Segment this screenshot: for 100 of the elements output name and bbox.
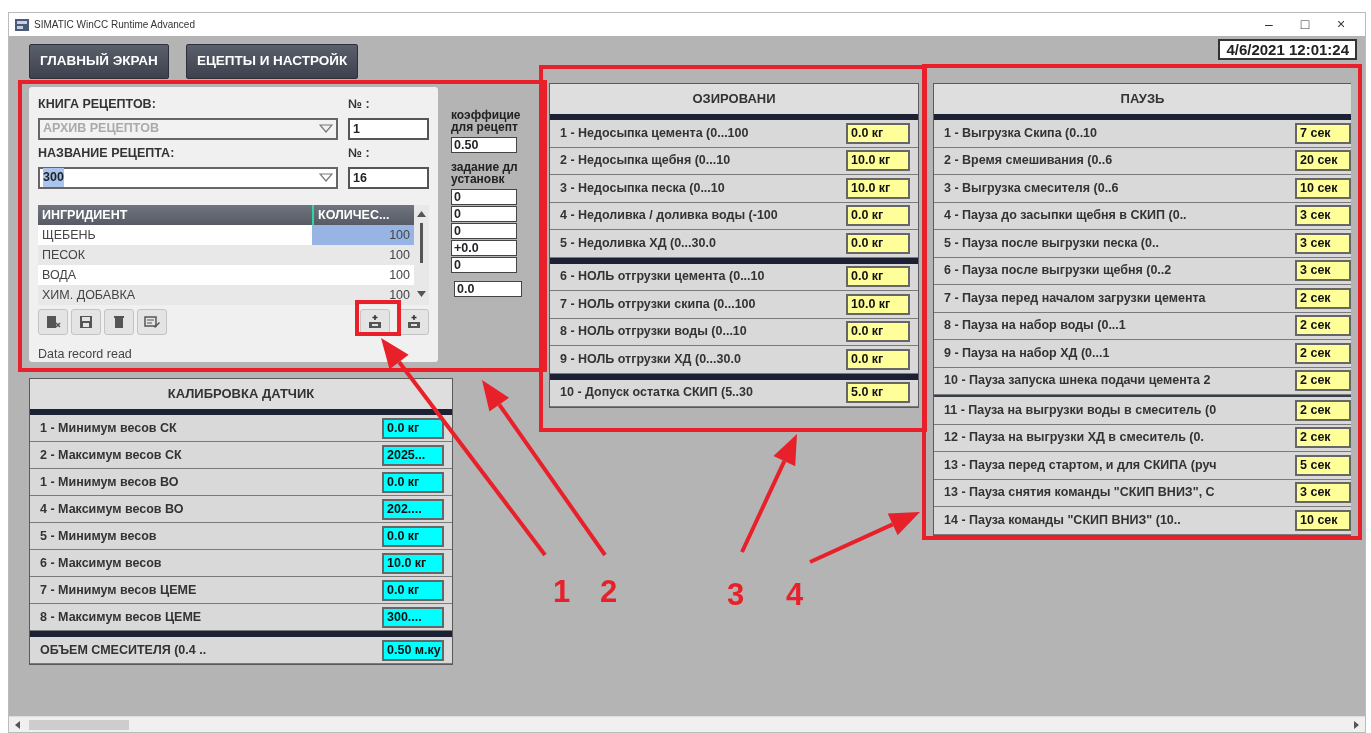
- nav-button[interactable]: ЕЦЕПТЫ И НАСТРОЙК: [185, 44, 359, 79]
- value-field[interactable]: 2 сек: [1295, 342, 1351, 364]
- parameter-label: 2 - Время смешивания (0..6: [944, 152, 1114, 170]
- table-cell[interactable]: 100: [312, 224, 414, 245]
- date-time-display: 4/6/2021 12:01:24: [1218, 39, 1357, 60]
- coefficient-field[interactable]: 0.50: [451, 137, 517, 153]
- value-field[interactable]: 5.0 кг: [846, 382, 910, 404]
- parameter-label: 11 - Пауза на выгрузки воды в смеситель (0: [944, 401, 1218, 419]
- field-label: НАЗВАНИЕ РЕЦЕПТА:: [38, 144, 176, 162]
- upload-button[interactable]: [399, 308, 429, 335]
- parameter-label: 2 - Недосыпка щебня (0...10: [560, 152, 732, 170]
- value-field[interactable]: 0.0 кг: [382, 471, 444, 493]
- value-field[interactable]: 2 сек: [1295, 315, 1351, 337]
- parameter-label: 6 - Максимум весов: [40, 554, 163, 572]
- scroll-left-icon[interactable]: [13, 719, 23, 730]
- app-icon: [15, 18, 29, 31]
- coefficient-label: для рецепт: [451, 121, 518, 133]
- parameter-label: 12 - Пауза на выгрузки ХД в смеситель (0.: [944, 429, 1205, 447]
- value-field[interactable]: 2 сек: [1295, 399, 1351, 421]
- table-cell[interactable]: 100: [312, 284, 414, 305]
- save-button[interactable]: [71, 308, 101, 335]
- value-field[interactable]: 3 сек: [1295, 260, 1351, 282]
- value-field[interactable]: 300....: [382, 606, 444, 628]
- table-cell[interactable]: 100: [312, 264, 414, 285]
- value-field[interactable]: 5 сек: [1295, 454, 1351, 476]
- window-control[interactable]: □: [1287, 14, 1323, 35]
- value-field[interactable]: 3 сек: [1295, 232, 1351, 254]
- parameter-label: 1 - Минимум весов ВО: [40, 473, 180, 491]
- callout-number: 1: [553, 576, 571, 607]
- edit-button[interactable]: [137, 308, 167, 335]
- parameter-label: 4 - Максимум весов ВО: [40, 500, 185, 518]
- parameter-label: 1 - Минимум весов СК: [40, 419, 178, 437]
- value-field[interactable]: 10.0 кг: [382, 552, 444, 574]
- dropdown-arrow-icon: [319, 124, 333, 134]
- panel-title: ПАУЗЬ: [934, 84, 1351, 114]
- dropdown-arrow-icon: [319, 173, 333, 182]
- value-field[interactable]: 0.0 кг: [382, 579, 444, 601]
- value-field[interactable]: 0.50 м.ку: [382, 639, 444, 661]
- number-field[interactable]: 16: [348, 166, 429, 189]
- parameter-label: ОБЪЕМ СМЕСИТЕЛЯ (0.4 ..: [40, 641, 208, 659]
- parameter-label: 8 - Пауза на набор воды (0...1: [944, 317, 1127, 335]
- window-control[interactable]: ×: [1323, 14, 1359, 35]
- value-field[interactable]: 0.0 кг: [846, 348, 910, 370]
- setpoint-field[interactable]: 0: [451, 189, 517, 205]
- setpoint-field[interactable]: 0: [451, 206, 517, 222]
- value-field[interactable]: 10.0 кг: [846, 150, 910, 172]
- callout-number: 2: [600, 576, 618, 607]
- field-label: № :: [348, 144, 371, 162]
- value-field[interactable]: 20 сек: [1295, 150, 1351, 172]
- parameter-label: 13 - Пауза снятия команды "СКИП ВНИЗ", С: [944, 484, 1216, 502]
- parameter-label: 9 - Пауза на набор ХД (0...1: [944, 344, 1111, 362]
- scrollbar[interactable]: [414, 204, 429, 305]
- value-field[interactable]: 0.0 кг: [846, 266, 910, 288]
- value-field[interactable]: 10 сек: [1295, 177, 1351, 199]
- value-field[interactable]: 2 сек: [1295, 427, 1351, 449]
- table-cell-text: ВОДА: [41, 266, 78, 284]
- scroll-right-icon[interactable]: [1351, 719, 1361, 730]
- field-label: № :: [348, 96, 371, 113]
- value-field[interactable]: 0.0 кг: [846, 205, 910, 227]
- value-field[interactable]: 2 сек: [1295, 287, 1351, 309]
- window-control[interactable]: –: [1251, 14, 1287, 35]
- value-field[interactable]: 0.0 кг: [846, 321, 910, 343]
- number-field[interactable]: 1: [348, 117, 429, 140]
- value-field[interactable]: 0.0 кг: [382, 525, 444, 547]
- value-field[interactable]: 10.0 кг: [846, 293, 910, 315]
- table-cell-text: ПЕСОК: [41, 246, 87, 264]
- value-field[interactable]: 0.0 кг: [846, 232, 910, 254]
- value-field[interactable]: 2 сек: [1295, 370, 1351, 392]
- parameter-label: 7 - Минимум весов ЦЕМЕ: [40, 581, 198, 599]
- panel-title: ОЗИРОВАНИ: [550, 84, 918, 114]
- value-field[interactable]: 3 сек: [1295, 205, 1351, 227]
- table-cell[interactable]: 100: [312, 244, 414, 265]
- value-field[interactable]: 7 сек: [1295, 122, 1351, 144]
- delete-icon: [111, 313, 127, 330]
- upload-button[interactable]: [360, 308, 390, 335]
- scroll-up-icon[interactable]: [417, 210, 426, 217]
- setpoint-field[interactable]: 0: [451, 223, 517, 239]
- value-field[interactable]: 2025...: [382, 444, 444, 466]
- document-button[interactable]: [38, 308, 68, 335]
- setpoint-field[interactable]: 0: [451, 257, 517, 273]
- horizontal-scrollbar[interactable]: [9, 716, 1365, 732]
- scroll-down-icon[interactable]: [417, 290, 426, 297]
- parameter-label: 3 - Недосыпка песка (0...10: [560, 179, 726, 197]
- recipe-name-dropdown[interactable]: 300: [38, 166, 338, 189]
- setpoint-field[interactable]: +0.0: [451, 240, 517, 256]
- total-field[interactable]: 0.0: [454, 281, 522, 297]
- save-icon: [78, 313, 94, 330]
- value-field[interactable]: 10.0 кг: [846, 177, 910, 199]
- panel-title: КАЛИБРОВКА ДАТЧИК: [30, 379, 452, 409]
- delete-button[interactable]: [104, 308, 134, 335]
- value-field[interactable]: 10 сек: [1295, 509, 1351, 531]
- parameter-label: 2 - Максимум весов СК: [40, 446, 183, 464]
- value-field[interactable]: 202....: [382, 498, 444, 520]
- value-field[interactable]: 0.0 кг: [382, 417, 444, 439]
- setpoint-label: установк: [451, 173, 505, 185]
- nav-button[interactable]: ГЛАВНЫЙ ЭКРАН: [29, 44, 169, 79]
- callout-number: 3: [727, 579, 745, 610]
- value-field[interactable]: 3 сек: [1295, 482, 1351, 504]
- value-field[interactable]: 0.0 кг: [846, 122, 910, 144]
- parameter-label: 8 - Максимум весов ЦЕМЕ: [40, 608, 203, 626]
